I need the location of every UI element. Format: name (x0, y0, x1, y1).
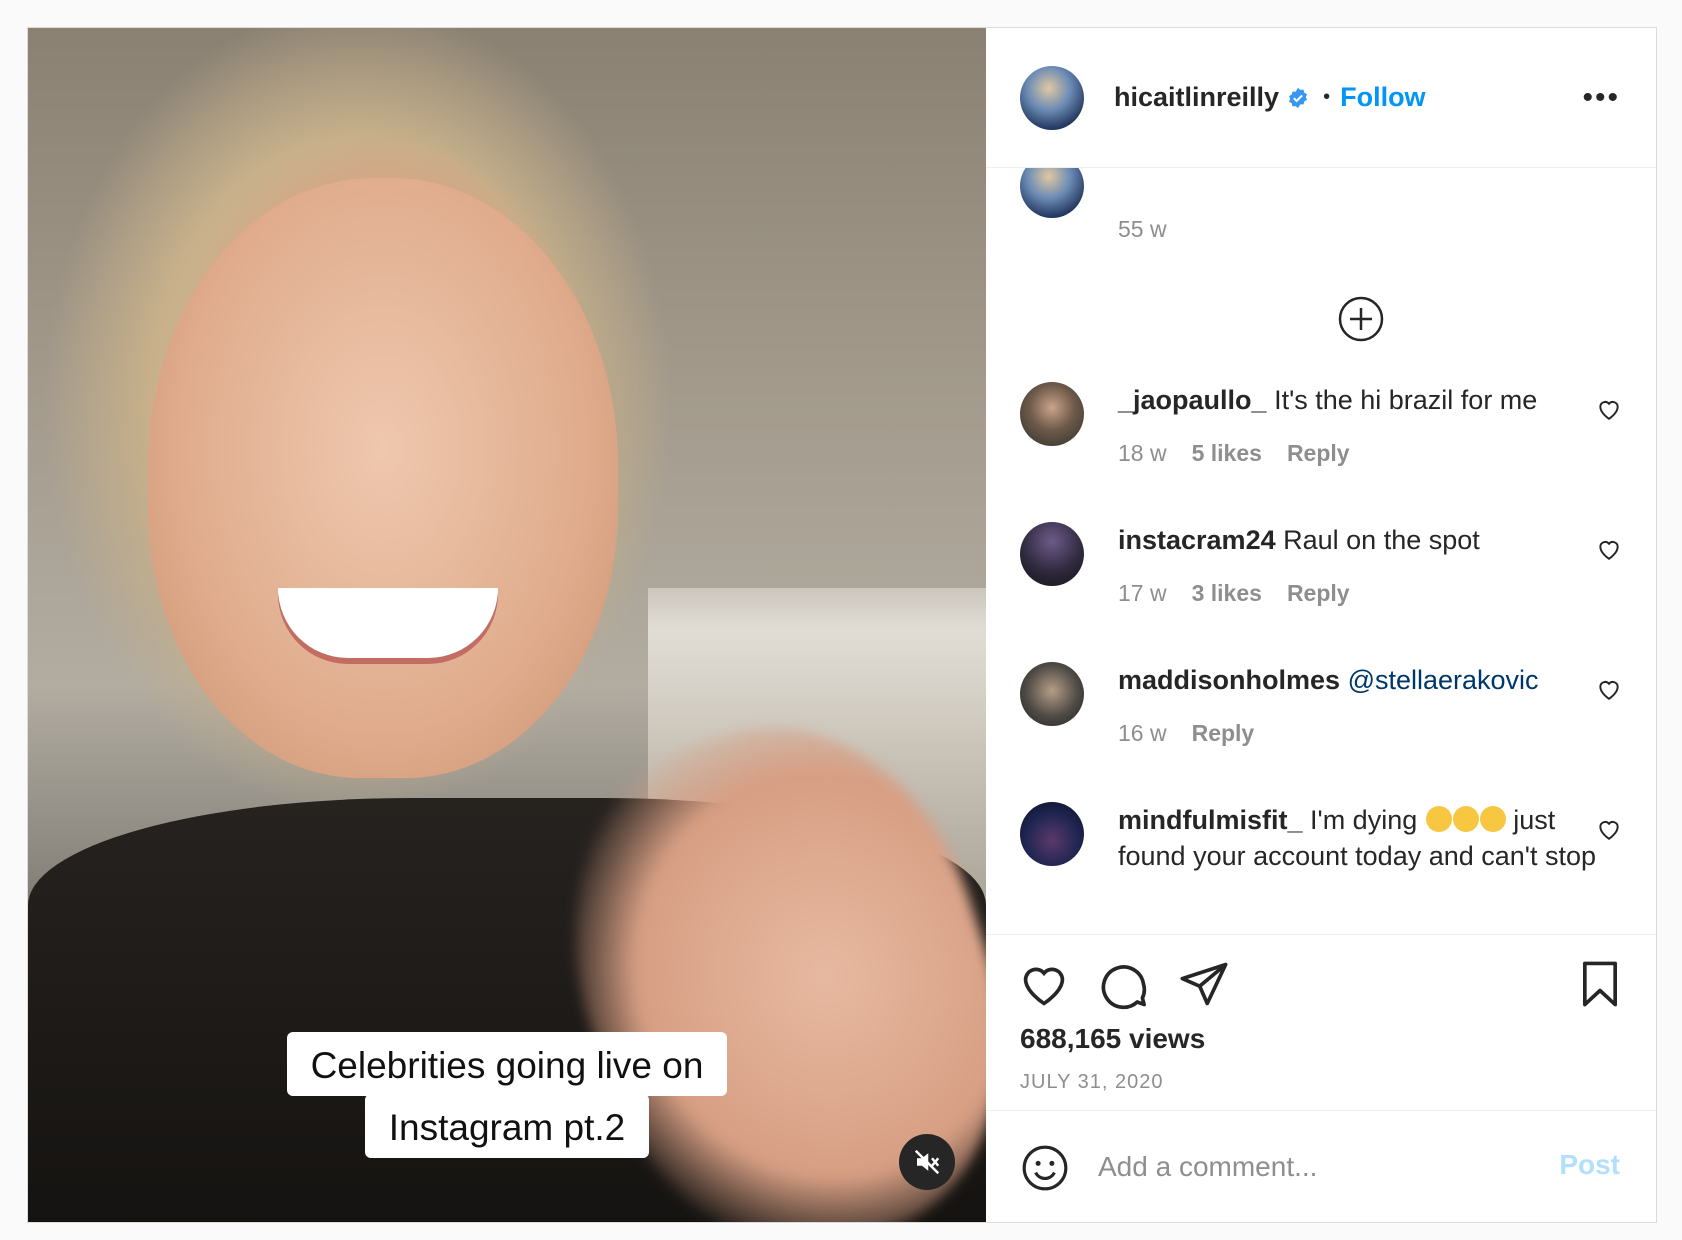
comment-username[interactable]: _jaopaullo_ (1118, 385, 1267, 415)
post-actions: 688,165 views JULY 31, 2020 (986, 934, 1656, 1110)
comment-item: mindfulmisfit_ I'm dying just found your… (1020, 802, 1656, 874)
verified-badge-icon (1289, 87, 1308, 108)
heart-icon[interactable] (1018, 958, 1070, 1010)
video-caption: Celebrities going live on Instagram pt.2 (28, 1032, 986, 1158)
header-separator: • (1323, 86, 1331, 108)
more-options-icon[interactable]: ••• (1582, 83, 1620, 113)
heart-icon[interactable] (1596, 536, 1622, 562)
comment-reply-button[interactable]: Reply (1287, 440, 1350, 467)
post-side-panel: hicaitlinreilly • Follow ••• hicaitlinre… (986, 28, 1656, 1222)
mute-button[interactable] (899, 1134, 955, 1190)
video-caption-line-2: Instagram pt.2 (364, 1094, 650, 1158)
comment-likes[interactable]: 3 likes (1192, 580, 1262, 607)
laughing-emoji-icon (1452, 806, 1479, 832)
follow-button[interactable]: Follow (1340, 82, 1425, 113)
post-header: hicaitlinreilly • Follow ••• (986, 28, 1656, 168)
comment-reply-button[interactable]: Reply (1192, 720, 1255, 747)
video-player[interactable]: Celebrities going live on Instagram pt.2 (28, 28, 986, 1222)
comment-text: I'm dying (1310, 805, 1418, 835)
commenter-avatar[interactable] (1020, 522, 1084, 586)
video-caption-line-1: Celebrities going live on (286, 1032, 728, 1096)
comment-time: 17 w (1118, 580, 1167, 606)
comment-input[interactable] (1096, 1141, 1520, 1193)
commenter-avatar[interactable] (1020, 802, 1084, 866)
heart-icon[interactable] (1596, 396, 1622, 422)
laughing-emoji-icon (1479, 806, 1506, 832)
view-count[interactable]: 688,165 views (1020, 1023, 1205, 1055)
caption-comment: hicaitlinreilly (1020, 168, 1084, 218)
comment-item: _jaopaullo_ It's the hi brazil for me 18… (1020, 382, 1656, 467)
comments-list[interactable]: hicaitlinreilly 55 w _jaopaullo_ It's th… (986, 168, 1656, 934)
comment-item: maddisonholmes @stellaerakovic 16 w Repl… (1020, 662, 1656, 747)
smiley-icon[interactable] (1020, 1143, 1070, 1193)
comment-item: instacram24 Raul on the spot 17 w 3 like… (1020, 522, 1656, 607)
comment-username[interactable]: maddisonholmes (1118, 665, 1340, 695)
comment-text: Raul on the spot (1283, 525, 1480, 555)
comment-time: 16 w (1118, 720, 1167, 746)
laughing-emoji-icon (1425, 806, 1452, 832)
comment-reply-button[interactable]: Reply (1287, 580, 1350, 607)
author-avatar[interactable] (1020, 65, 1084, 130)
video-subject-face (148, 178, 618, 778)
muted-speaker-icon (914, 1149, 940, 1175)
comment-time: 18 w (1118, 440, 1167, 466)
comment-text: It's the hi brazil for me (1274, 385, 1538, 415)
comment-username[interactable]: instacram24 (1118, 525, 1276, 555)
instagram-post: Celebrities going live on Instagram pt.2… (27, 27, 1657, 1223)
caption-avatar[interactable] (1020, 168, 1084, 218)
author-username[interactable]: hicaitlinreilly (1114, 82, 1279, 113)
comment-likes[interactable]: 5 likes (1192, 440, 1262, 467)
caption-time: 55 w (1118, 216, 1167, 242)
commenter-avatar[interactable] (1020, 662, 1084, 726)
comment-bubble-icon[interactable] (1098, 958, 1150, 1010)
heart-icon[interactable] (1596, 816, 1622, 842)
commenter-avatar[interactable] (1020, 382, 1084, 446)
bookmark-icon[interactable] (1574, 958, 1626, 1010)
add-comment-bar: Post (986, 1110, 1656, 1222)
paper-plane-icon[interactable] (1178, 958, 1230, 1010)
post-comment-button[interactable]: Post (1559, 1149, 1620, 1181)
comment-mention-link[interactable]: @stellaerakovic (1348, 665, 1539, 695)
comment-username[interactable]: mindfulmisfit_ (1118, 805, 1303, 835)
plus-circle-icon[interactable] (1338, 296, 1384, 342)
heart-icon[interactable] (1596, 676, 1622, 702)
post-date[interactable]: JULY 31, 2020 (1020, 1071, 1163, 1094)
